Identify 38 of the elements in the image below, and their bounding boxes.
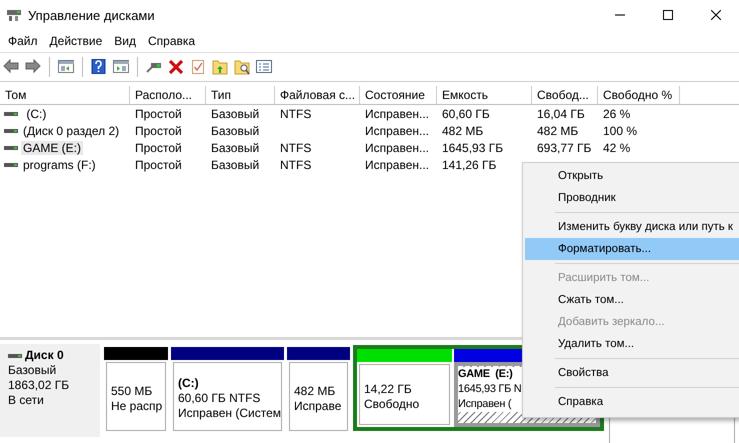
disk-detail: В сети bbox=[8, 393, 45, 408]
partition-title: (C:) bbox=[178, 376, 200, 391]
disk-detail: 1863,02 ГБ bbox=[8, 378, 70, 393]
disk-name: Диск 0 bbox=[25, 348, 64, 363]
table-cell: NTFS bbox=[280, 140, 312, 154]
partition-detail: 482 МБ bbox=[294, 384, 336, 398]
partition-detail: 60,60 ГБ NTFS bbox=[178, 391, 262, 406]
table-cell: Исправен... bbox=[365, 106, 430, 120]
table-cell: 26 % bbox=[603, 106, 630, 120]
table-cell: 100 % bbox=[603, 124, 638, 138]
table-cell: NTFS bbox=[280, 106, 312, 120]
table-cell: Исправен... bbox=[365, 124, 430, 138]
disk-detail: Базовый bbox=[8, 363, 58, 378]
table-cell: Простой bbox=[135, 106, 182, 120]
table-cell: Простой bbox=[135, 124, 182, 138]
table-cell: 693,77 ГБ bbox=[537, 140, 592, 154]
table-cell: Исправен... bbox=[365, 158, 430, 172]
table-cell: NTFS bbox=[280, 158, 312, 172]
table-cell: Простой bbox=[135, 158, 182, 172]
table-cell: Базовый bbox=[211, 124, 260, 138]
table-cell: Базовый bbox=[211, 140, 260, 154]
table-cell: 1645,93 ГБ bbox=[442, 140, 504, 154]
table-cell: 60,60 ГБ bbox=[442, 106, 490, 120]
table-cell: Простой bbox=[135, 140, 182, 154]
table-cell: Базовый bbox=[211, 158, 260, 172]
table-cell: Базовый bbox=[211, 106, 260, 120]
table-cell: 482 МБ bbox=[442, 124, 484, 138]
table-cell: 482 МБ bbox=[537, 124, 578, 138]
table-cell: 141,26 ГБ bbox=[442, 158, 496, 172]
partition-detail: 14,22 ГБ bbox=[364, 382, 413, 396]
window-title: Управление дисками bbox=[28, 8, 155, 22]
table-cell: Исправен... bbox=[365, 140, 430, 154]
table-cell: 42 % bbox=[603, 140, 630, 154]
partition-detail: Свободно bbox=[364, 396, 420, 412]
partition-detail: Не распр bbox=[111, 398, 161, 414]
table-cell: 16,04 ГБ bbox=[537, 106, 585, 120]
partition-detail: 550 МБ bbox=[111, 384, 154, 398]
partition-detail: Исправе bbox=[294, 398, 342, 414]
